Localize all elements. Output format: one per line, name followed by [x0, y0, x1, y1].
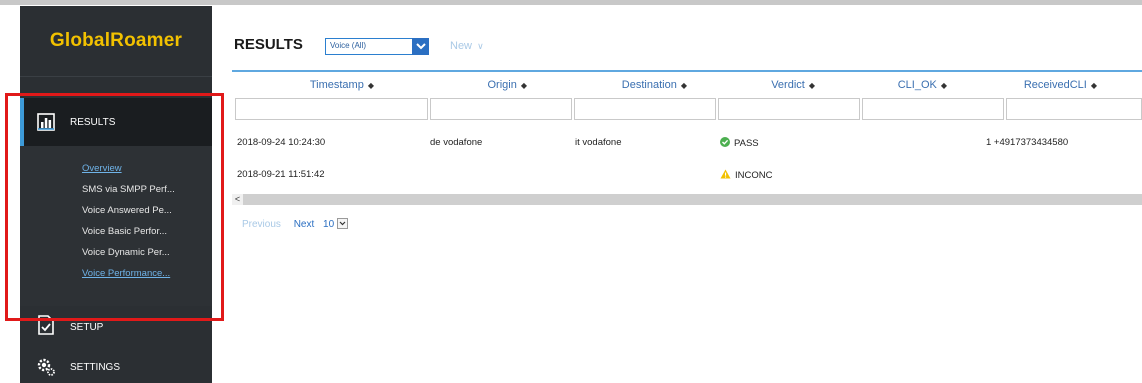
column-header-origin[interactable]: Origin ◆: [488, 79, 528, 91]
cell-received-cli: 1 +4917373434580: [986, 137, 1069, 148]
sort-icon: ◆: [367, 81, 374, 90]
column-header-verdict[interactable]: Verdict ◆: [771, 79, 815, 91]
cell-verdict: INCONC: [720, 169, 772, 182]
sidebar: GlobalRoamer RESULTS Overview SMS via SM…: [20, 6, 212, 383]
horizontal-scrollbar[interactable]: <: [232, 194, 1142, 205]
active-indicator: [20, 98, 24, 146]
column-header-timestamp[interactable]: Timestamp ◆: [310, 79, 374, 91]
column-header-destination[interactable]: Destination ◆: [622, 79, 687, 91]
cell-timestamp: 2018-09-21 11:51:42: [237, 169, 325, 180]
subnav-item-voice-answered[interactable]: Voice Answered Pe...: [82, 200, 212, 221]
page-size-value: 10: [323, 219, 335, 231]
gear-icon: [36, 357, 56, 377]
subnav-item-voice-dynamic[interactable]: Voice Dynamic Per...: [82, 242, 212, 263]
sidebar-item-settings[interactable]: SETTINGS: [20, 349, 212, 383]
new-menu[interactable]: New ∨: [450, 40, 484, 52]
sidebar-item-results[interactable]: RESULTS: [20, 98, 212, 146]
sidebar-item-setup[interactable]: SETUP: [20, 306, 212, 346]
sort-icon: ◆: [680, 81, 687, 90]
sidebar-item-label: SETUP: [70, 322, 104, 333]
table-header: Timestamp ◆ Origin ◆ Destination ◆ Verdict ◆…: [232, 70, 1142, 98]
column-header-received-cli[interactable]: ReceivedCLI ◆: [1024, 79, 1097, 91]
results-subnav: Overview SMS via SMPP Perf... Voice Answ…: [82, 158, 212, 284]
chevron-down-icon[interactable]: [412, 38, 429, 55]
cell-timestamp: 2018-09-24 10:24:30: [237, 137, 326, 148]
subnav-item-overview[interactable]: Overview: [82, 158, 212, 179]
timestamp-filter-input[interactable]: [235, 98, 428, 120]
document-check-icon: [36, 315, 56, 335]
table-row[interactable]: 2018-09-24 10:24:30 de vodafone it vodaf…: [232, 133, 1142, 155]
subnav-item-voice-performance[interactable]: Voice Performance...: [82, 263, 212, 284]
cell-origin: de vodafone: [430, 137, 483, 148]
sort-icon: ◆: [808, 81, 815, 90]
sort-icon: ◆: [520, 81, 527, 90]
table-row[interactable]: 2018-09-21 11:51:42 INCONC: [232, 165, 1142, 187]
sidebar-item-label: RESULTS: [70, 117, 116, 128]
scroll-left-icon[interactable]: <: [232, 194, 243, 205]
cli-ok-filter-input[interactable]: [862, 98, 1004, 120]
cell-destination: it vodafone: [575, 137, 622, 148]
destination-filter-input[interactable]: [574, 98, 716, 120]
column-header-cli-ok[interactable]: CLI_OK ◆: [898, 79, 947, 91]
check-circle-icon: [720, 137, 730, 150]
chevron-down-icon: [339, 221, 346, 226]
results-chart-icon: [36, 112, 56, 132]
sidebar-item-label: SETTINGS: [70, 362, 121, 373]
warning-icon: [720, 169, 731, 182]
previous-page-button[interactable]: Previous: [242, 219, 281, 230]
page-title: RESULTS: [234, 36, 303, 53]
received-cli-filter-input[interactable]: [1006, 98, 1142, 120]
chevron-down-icon: ∨: [477, 41, 484, 51]
brand-logo[interactable]: GlobalRoamer: [20, 6, 212, 77]
verdict-filter-input[interactable]: [718, 98, 860, 120]
result-type-select[interactable]: Voice (All): [325, 38, 429, 55]
origin-filter-input[interactable]: [430, 98, 572, 120]
pagination: Previous Next 10: [242, 218, 348, 231]
select-value: Voice (All): [330, 41, 367, 50]
top-border: [0, 0, 1142, 5]
sort-icon: ◆: [1090, 81, 1097, 90]
cell-verdict: PASS: [720, 137, 759, 150]
new-menu-label: New: [450, 40, 473, 52]
subnav-item-sms-smpp[interactable]: SMS via SMPP Perf...: [82, 179, 212, 200]
next-page-button[interactable]: Next: [294, 219, 315, 230]
sort-icon: ◆: [940, 81, 947, 90]
column-filter-row: [232, 98, 1142, 122]
subnav-item-voice-basic[interactable]: Voice Basic Perfor...: [82, 221, 212, 242]
page-size-dropdown-button[interactable]: [336, 218, 348, 229]
